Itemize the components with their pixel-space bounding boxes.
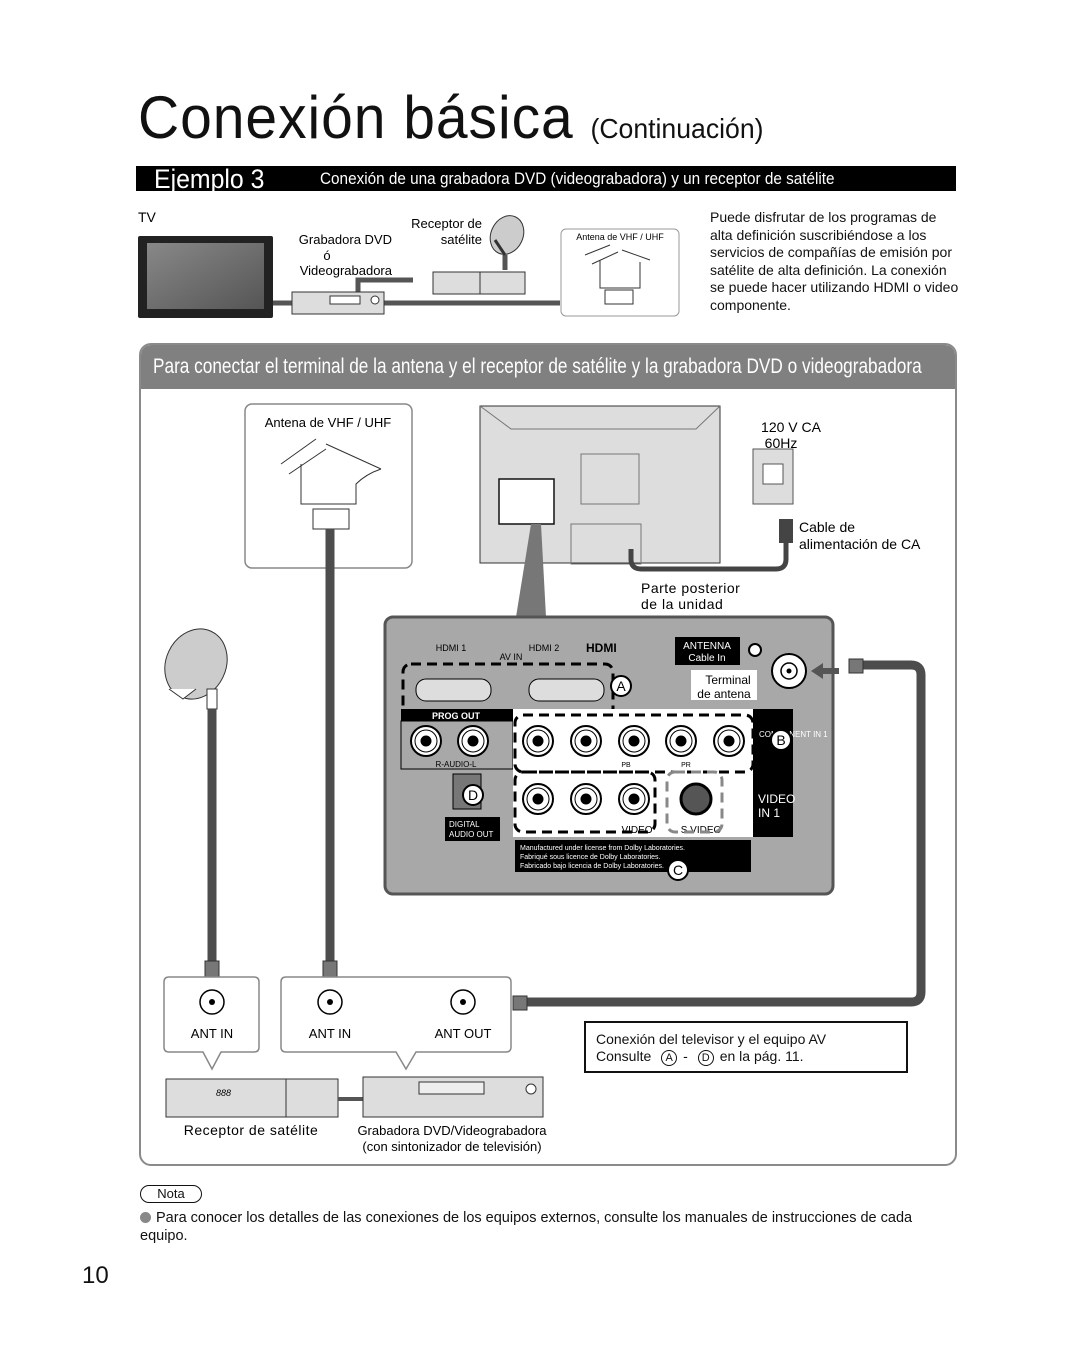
satellite-receiver-icon	[432, 271, 526, 295]
example-label: Ejemplo 3	[154, 164, 265, 194]
dvd-ant-in-label: ANT IN	[309, 1026, 351, 1041]
rca-jack	[713, 725, 745, 757]
video-in-1-label: IN 1	[758, 806, 780, 820]
r-audio-l-label: R-AUDIO-L	[436, 760, 477, 769]
dvd-label-3: Videograbadora	[300, 263, 393, 278]
svg-text:PB: PB	[621, 762, 631, 769]
antenna-terminal	[771, 653, 807, 689]
marker-d-icon: D	[697, 1050, 714, 1066]
svg-text:A: A	[616, 678, 626, 694]
hdmi-logo: HDMI	[586, 641, 617, 655]
receiver-label-1: Receptor de	[411, 216, 482, 231]
digital-label: DIGITAL	[449, 820, 480, 829]
title-main: Conexión básica	[138, 84, 574, 151]
cable-in-label: Cable In	[688, 653, 725, 664]
dvd-callout: ANT IN ANT OUT	[280, 976, 512, 1071]
antenna-box-label: Antena de VHF / UHF	[265, 415, 391, 430]
reference-line-2: Consulte A- Den la pág. 11.	[596, 1048, 804, 1066]
example-description: Conexión de una grabadora DVD (videograb…	[320, 169, 835, 188]
dolby-line-3: Fabricado bajo licencia de Dolby Laborat…	[520, 863, 664, 870]
rca-jack	[618, 783, 650, 815]
antenna-port-label: ANTENNA	[683, 641, 731, 652]
marker-a-icon: A	[661, 1050, 678, 1066]
hdmi1-label: HDMI 1	[436, 643, 467, 653]
page-title: Conexión básica (Continuación)	[138, 88, 763, 148]
overview-diagram: TV Grabadora DVD ó Videograbadora Recept…	[138, 209, 680, 318]
s-video-jack	[679, 782, 713, 816]
page-reference-link[interactable]: en la pág. 11.	[720, 1048, 804, 1064]
receiver-callout: ANT IN	[163, 976, 260, 1071]
plug-icon	[779, 519, 793, 543]
rca-jack	[570, 725, 602, 757]
dvd-label-1: Grabadora DVD	[299, 232, 392, 247]
cable-label-2: alimentación de CA	[799, 536, 921, 552]
dolby-line-2: Fabriqué sous licence de Dolby Laborator…	[520, 854, 661, 861]
dvd-recorder-icon	[362, 1076, 544, 1118]
rca-jack	[522, 783, 554, 815]
antenna-label: Antena de VHF / UHF	[576, 232, 664, 242]
component-label: COMPONENT IN 1	[759, 730, 828, 739]
prog-out-label: PROG OUT	[432, 711, 481, 721]
bullet-icon	[140, 1212, 151, 1223]
rca-jack	[410, 725, 442, 757]
tv-icon	[138, 236, 273, 318]
dvd-caption-1: Grabadora DVD/Videograbadora	[357, 1123, 547, 1138]
coax-connector	[204, 960, 338, 978]
tv-label: TV	[138, 209, 157, 225]
svg-text:B: B	[776, 732, 785, 748]
rca-jack	[522, 725, 554, 757]
panel-heading: Para conectar el terminal de la antena y…	[141, 345, 955, 389]
svg-text:888: 888	[216, 1088, 231, 1098]
dvd-caption-2: (con sintonizador de televisión)	[362, 1139, 541, 1154]
reference-line-1: Conexión del televisor y el equipo AV	[596, 1031, 827, 1047]
dvd-label-2: ó	[323, 248, 330, 263]
av-in-label: AV IN	[500, 652, 523, 662]
power-label-2: 60Hz	[765, 435, 798, 451]
power-outlet-icon	[752, 448, 794, 505]
satellite-receiver-icon: 888	[165, 1078, 339, 1118]
svg-text:PR: PR	[681, 762, 691, 769]
panel-heading-text: Para conectar el terminal de la antena y…	[153, 355, 922, 378]
rear-label-2: de la unidad	[641, 596, 723, 612]
terminal-label-2: de antena	[697, 687, 751, 701]
receiver-ant-in-label: ANT IN	[191, 1026, 233, 1041]
nota-text: Para conocer los detalles de las conexio…	[140, 1210, 913, 1244]
antenna-box: Antena de VHF / UHF	[560, 228, 680, 317]
power-label-1: 120 V CA	[761, 419, 822, 435]
rca-jack	[618, 725, 650, 757]
video-in-label: VIDEO	[758, 792, 795, 806]
tv-rear-icon	[479, 405, 721, 565]
satellite-dish-icon	[164, 628, 228, 710]
rca-jack	[665, 725, 697, 757]
page-number: 10	[82, 1262, 109, 1289]
title-suffix: (Continuación)	[590, 113, 764, 144]
intro-text: Puede disfrutar de los programas de alta…	[710, 209, 959, 313]
dvd-ant-out-label: ANT OUT	[435, 1026, 492, 1041]
terminal-label-1: Terminal	[705, 673, 750, 687]
satellite-dish-icon	[489, 215, 525, 256]
svg-text:C: C	[673, 862, 683, 878]
dolby-line-1: Manufactured under license from Dolby La…	[520, 845, 685, 852]
dvd-recorder-icon	[291, 291, 385, 315]
rca-jack	[457, 725, 489, 757]
hdmi2-label: HDMI 2	[529, 643, 560, 653]
receiver-caption: Receptor de satélite	[184, 1122, 319, 1138]
svg-text:D: D	[468, 787, 478, 803]
nota-label: Nota	[140, 1185, 202, 1203]
audio-out-label: AUDIO OUT	[449, 830, 494, 839]
terminal-panel: HDMI 1 HDMI 2 AV IN HDMI ANTENNA Cable I…	[383, 615, 835, 896]
example-bar: Ejemplo 3 Conexión de una grabadora DVD …	[136, 164, 956, 194]
cable-label-1: Cable de	[799, 519, 855, 535]
rca-jack	[570, 783, 602, 815]
reference-box: Conexión del televisor y el equipo AV Co…	[584, 1021, 908, 1073]
receiver-label-2: satélite	[441, 232, 482, 247]
rear-label-1: Parte posterior	[641, 580, 740, 596]
